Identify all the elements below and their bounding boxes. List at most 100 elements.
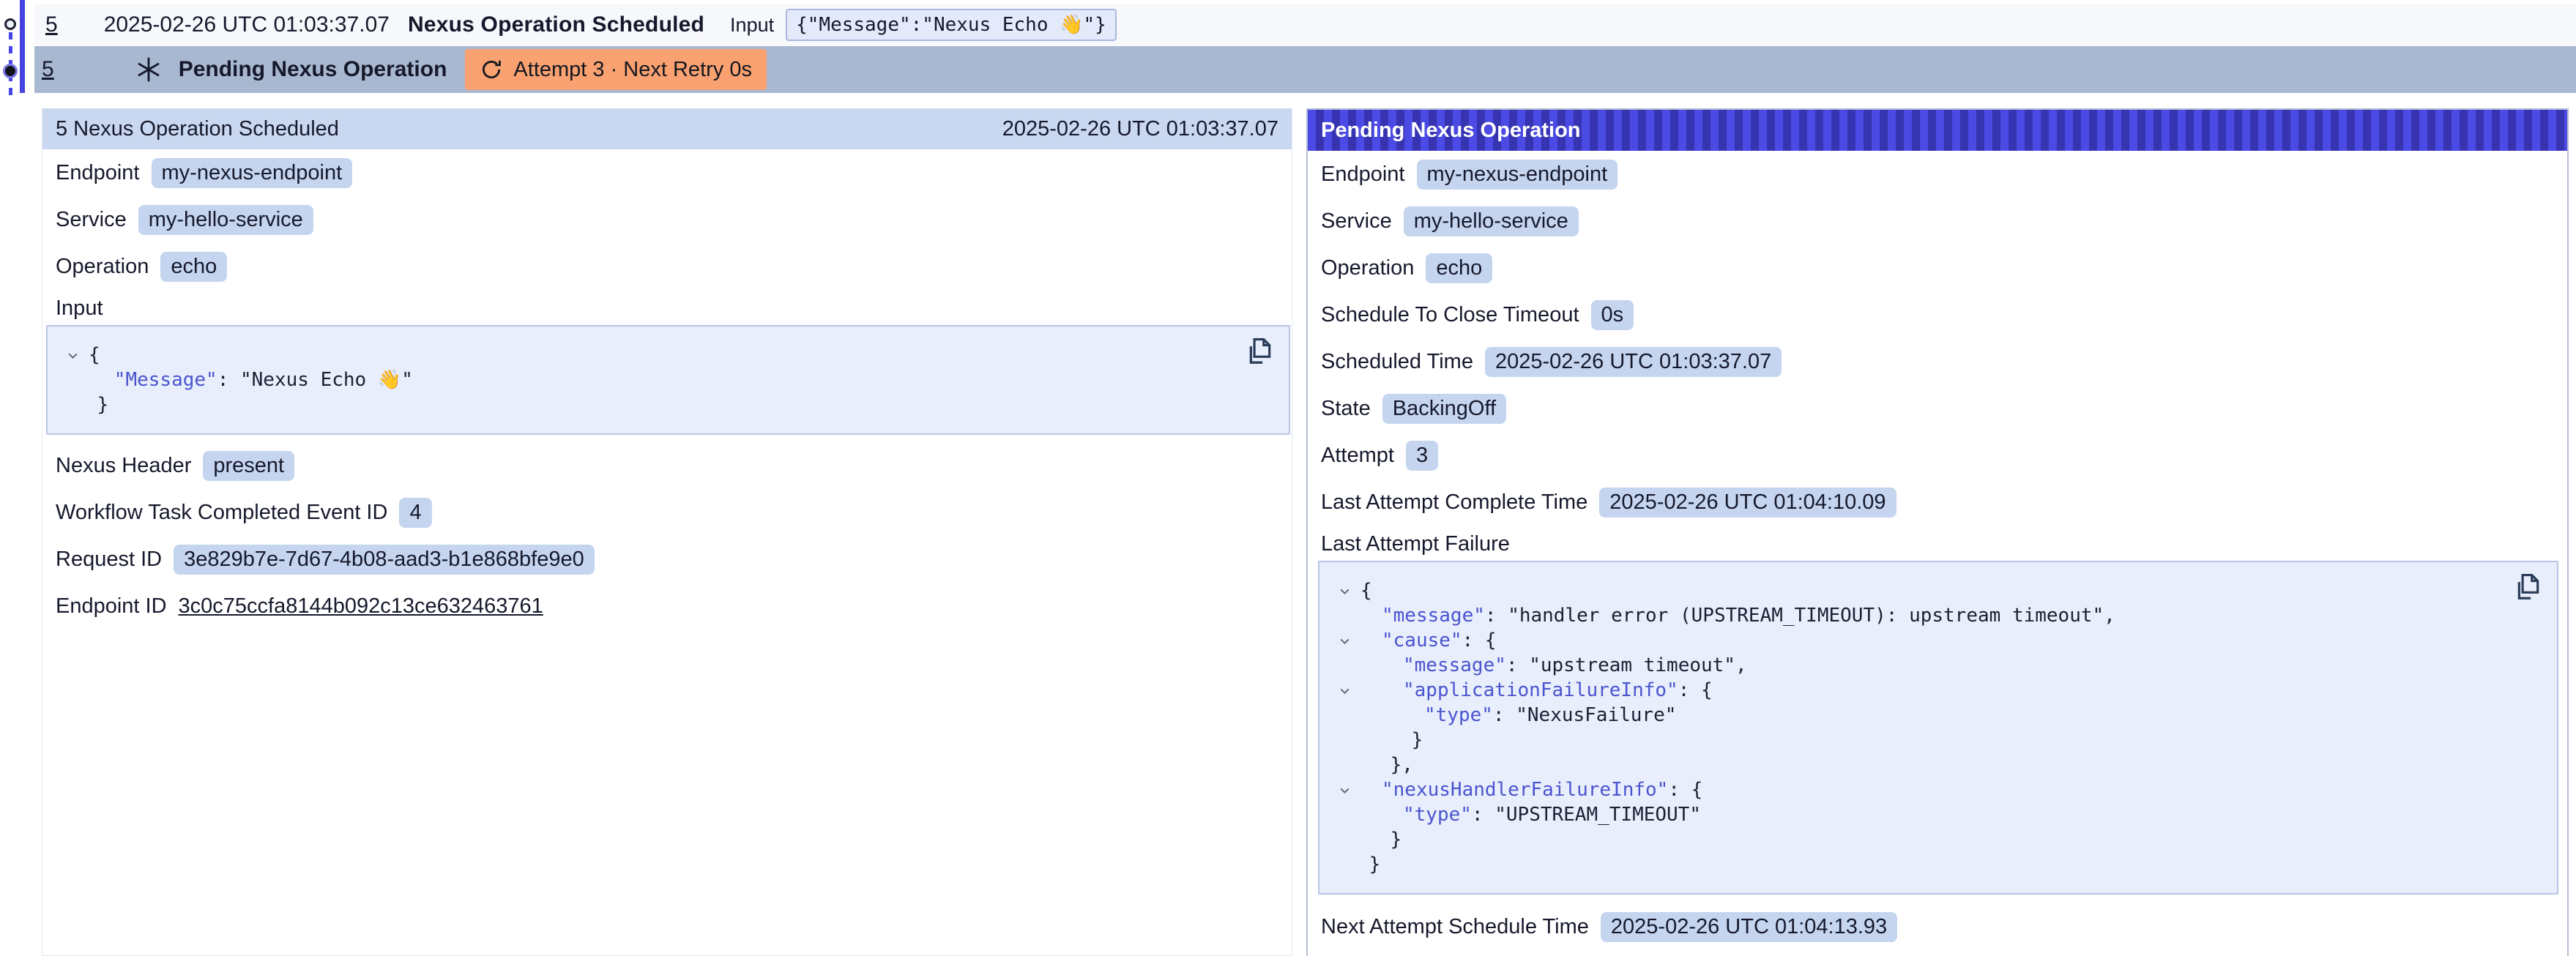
json-lines: { "message": "handler error (UPSTREAM_TI…: [1339, 578, 2539, 877]
pending-event-id-link[interactable]: 5: [42, 57, 54, 82]
json-line: "type": "NexusFailure": [1339, 703, 2539, 728]
field-label: Last Attempt Failure: [1321, 532, 1510, 556]
copy-button[interactable]: [1246, 337, 1274, 370]
field-label: Endpoint: [1321, 163, 1405, 187]
field-value-chip: 0s: [1591, 300, 1634, 330]
field-value-chip: 2025-02-26 UTC 01:04:13.93: [1601, 912, 1897, 942]
json-gutter: [1339, 684, 1360, 697]
pending-row-title: Pending Nexus Operation: [179, 57, 447, 82]
json-gutter: [1339, 660, 1360, 672]
json-line: }: [1339, 852, 2539, 877]
field-schedule-to-close-timeout: Schedule To Close Timeout 0s: [1308, 291, 2567, 338]
event-row-nexus-operation-scheduled[interactable]: 5 2025-02-26 UTC 01:03:37.07 Nexus Opera…: [34, 4, 2576, 45]
event-input-value-chip: {"Message":"Nexus Echo 👋"}: [786, 9, 1117, 41]
field-value-chip: 3e829b7e-7d67-4b08-aad3-b1e868bfe9e0: [174, 545, 595, 575]
event-id-link[interactable]: 5: [45, 12, 58, 37]
json-line: {: [67, 343, 1271, 367]
json-line: },: [1339, 753, 2539, 777]
input-json-block: { "Message": "Nexus Echo 👋": [46, 325, 1290, 435]
json-line: "message": "upstream timeout",: [1339, 653, 2539, 678]
field-label: Workflow Task Completed Event ID: [56, 501, 387, 525]
field-label: Endpoint ID: [56, 594, 167, 619]
field-service: Service my-hello-service: [42, 196, 1292, 243]
field-value-chip: my-hello-service: [1404, 206, 1579, 236]
json-gutter: [1339, 709, 1360, 722]
json-line: "nexusHandlerFailureInfo": {: [1339, 777, 2539, 802]
temporal-event-history: 5 2025-02-26 UTC 01:03:37.07 Nexus Opera…: [0, 0, 2576, 956]
field-endpoint-id: Endpoint ID 3c0c75ccfa8144b092c13ce63246…: [42, 583, 1292, 630]
copy-button[interactable]: [2514, 572, 2542, 605]
json-gutter: [67, 399, 89, 411]
event-timestamp: 2025-02-26 UTC 01:03:37.07: [104, 12, 390, 37]
field-label: Nexus Header: [56, 454, 191, 478]
left-panel-timestamp: 2025-02-26 UTC 01:03:37.07: [1002, 117, 1278, 141]
json-gutter: [1339, 610, 1360, 622]
collapse-chevron-icon[interactable]: [1339, 585, 1351, 597]
field-input-label: Input: [42, 290, 1292, 325]
event-input-label: Input: [730, 14, 774, 37]
json-line: "message": "handler error (UPSTREAM_TIME…: [1339, 603, 2539, 628]
json-gutter: [1339, 834, 1360, 846]
field-label: State: [1321, 397, 1371, 421]
json-gutter: [1339, 734, 1360, 747]
left-panel-title: 5 Nexus Operation Scheduled: [56, 117, 339, 141]
json-gutter: [67, 349, 89, 362]
field-value-chip: my-nexus-endpoint: [152, 158, 353, 188]
timeline-current-dot-icon: [3, 64, 18, 78]
field-service: Service my-hello-service: [1308, 198, 2567, 244]
pending-nexus-operation-row[interactable]: 5 Pending Nexus Operation Attempt 3 · Ne…: [34, 46, 2576, 93]
copy-icon: [2514, 572, 2542, 603]
collapse-chevron-icon[interactable]: [1339, 635, 1351, 647]
timeline-active-bar: [20, 0, 25, 93]
attempt-retry-text: Attempt 3 · Next Retry 0s: [513, 58, 752, 82]
field-state: State BackingOff: [1308, 385, 2567, 432]
field-next-attempt-schedule-time: Next Attempt Schedule Time 2025-02-26 UT…: [1308, 903, 2567, 950]
field-label: Input: [56, 296, 103, 321]
pending-panel-header: Pending Nexus Operation: [1308, 110, 2567, 151]
pending-panel-title: Pending Nexus Operation: [1321, 119, 1581, 143]
field-value-chip: 2025-02-26 UTC 01:04:10.09: [1599, 488, 1896, 518]
json-line: }: [1339, 827, 2539, 852]
collapse-chevron-icon[interactable]: [67, 349, 79, 362]
json-gutter: [1339, 759, 1360, 772]
json-line: }: [1339, 728, 2539, 753]
field-label: Request ID: [56, 548, 162, 572]
collapse-chevron-icon[interactable]: [1339, 684, 1351, 697]
field-request-id: Request ID 3e829b7e-7d67-4b08-aad3-b1e86…: [42, 536, 1292, 583]
event-title: Nexus Operation Scheduled: [408, 12, 704, 37]
field-label: Operation: [56, 255, 149, 279]
event-detail-panel-left: 5 Nexus Operation Scheduled 2025-02-26 U…: [42, 108, 1292, 956]
json-gutter: [1339, 585, 1360, 597]
json-gutter: [1339, 635, 1360, 647]
field-label: Service: [56, 208, 127, 232]
field-scheduled-time: Scheduled Time 2025-02-26 UTC 01:03:37.0…: [1308, 338, 2567, 385]
json-lines: { "Message": "Nexus Echo 👋": [67, 343, 1271, 417]
json-line: "applicationFailureInfo": {: [1339, 678, 2539, 703]
field-label: Scheduled Time: [1321, 350, 1473, 374]
field-value-chip: my-hello-service: [138, 205, 313, 235]
field-value-chip: echo: [1426, 253, 1492, 283]
field-workflow-task-completed-event-id: Workflow Task Completed Event ID 4: [42, 489, 1292, 536]
timeline-open-circle-icon: [4, 18, 16, 30]
collapse-chevron-icon[interactable]: [1339, 784, 1351, 796]
field-last-attempt-failure-label: Last Attempt Failure: [1308, 526, 2567, 561]
field-value-chip: my-nexus-endpoint: [1417, 160, 1618, 190]
field-last-attempt-complete-time: Last Attempt Complete Time 2025-02-26 UT…: [1308, 479, 2567, 526]
pending-operation-panel: Pending Nexus Operation Endpoint my-nexu…: [1306, 108, 2569, 956]
field-value-chip: echo: [160, 252, 227, 282]
field-label: Attempt: [1321, 444, 1394, 468]
endpoint-id-link[interactable]: 3c0c75ccfa8144b092c13ce632463761: [179, 594, 543, 619]
field-label: Operation: [1321, 256, 1414, 280]
json-gutter: [1339, 809, 1360, 821]
json-line: "cause": {: [1339, 628, 2539, 653]
json-line: {: [1339, 578, 2539, 603]
state-badge: BackingOff: [1382, 394, 1506, 424]
field-label: Next Attempt Schedule Time: [1321, 915, 1589, 939]
field-nexus-header: Nexus Header present: [42, 442, 1292, 489]
json-line: "type": "UPSTREAM_TIMEOUT": [1339, 802, 2539, 827]
field-value-chip: 4: [399, 498, 431, 528]
copy-icon: [1246, 337, 1274, 367]
field-label: Last Attempt Complete Time: [1321, 490, 1587, 515]
last-attempt-failure-json-block: { "message": "handler error (UPSTREAM_TI…: [1318, 561, 2558, 895]
field-label: Service: [1321, 209, 1392, 234]
